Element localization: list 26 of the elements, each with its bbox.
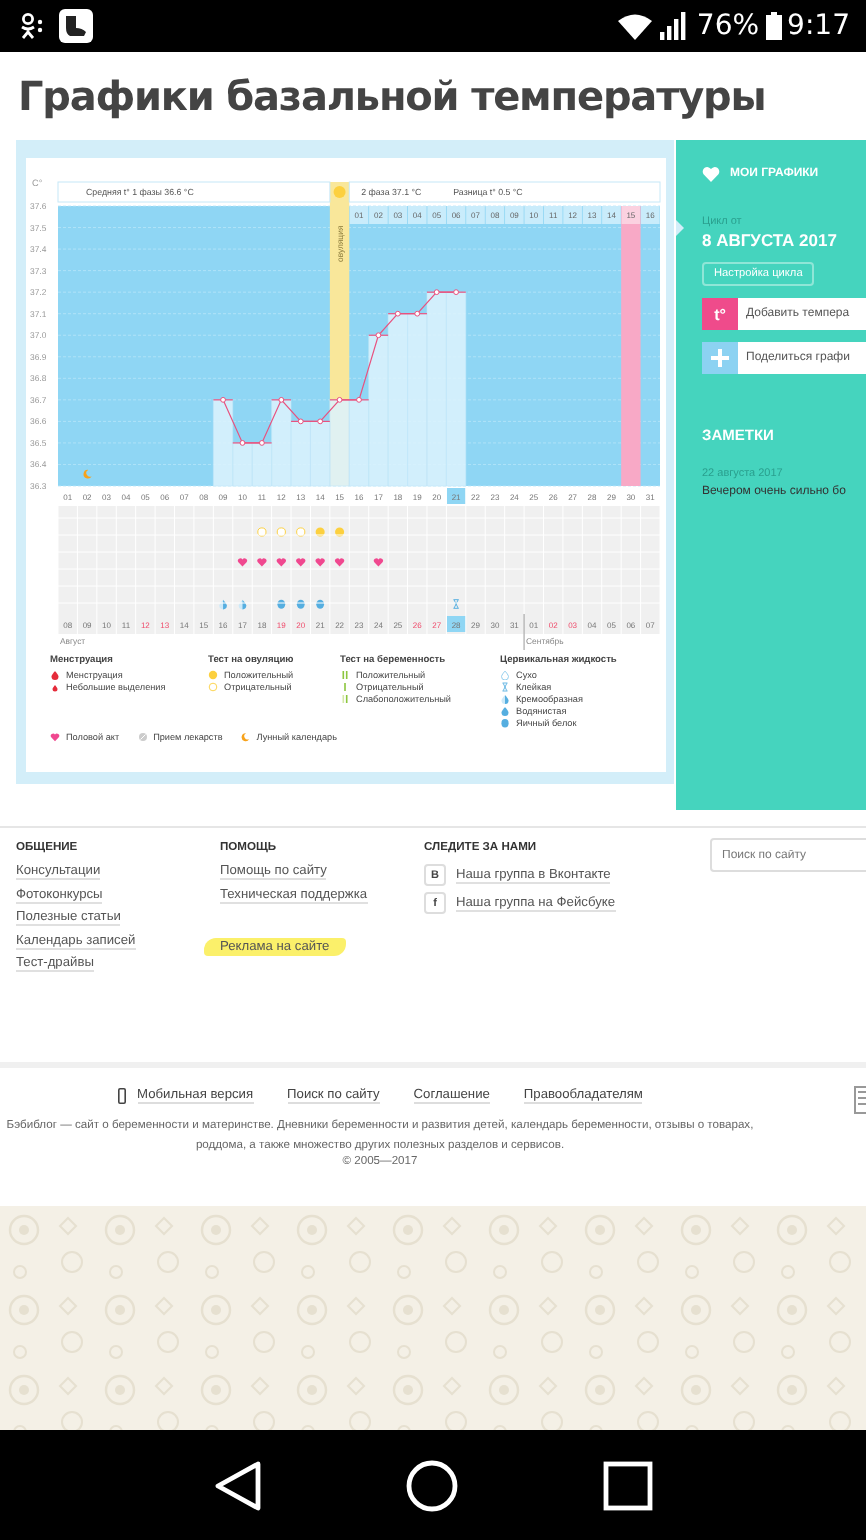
battery-percent: 76% [696,10,760,42]
recents-icon[interactable] [600,1457,657,1513]
heart-icon [50,732,60,742]
bar-icon [340,682,350,692]
page-title: Графики базальной температуры [18,72,766,120]
battery-icon [765,12,782,40]
signal-icon [660,12,689,40]
home-icon[interactable] [404,1457,461,1513]
data-point [212,396,234,403]
phone-icon [117,1088,126,1104]
app-icon [58,8,94,44]
data-point [271,396,292,403]
data-point [368,332,389,339]
wifi-icon [618,13,653,39]
drop-icon [500,670,510,680]
pill-icon [137,732,148,742]
cycle-date: 8 АВГУСТА 2017 [702,230,839,250]
person-icon [20,12,46,40]
bars-icon [340,670,350,680]
heart-icon [702,166,720,182]
grid-icon[interactable] [854,1086,866,1114]
hourglass-icon [500,682,510,692]
circle-icon [500,718,510,728]
bars-icon [340,694,350,704]
clock: 9:17 [787,10,850,42]
moon-icon [240,732,251,742]
